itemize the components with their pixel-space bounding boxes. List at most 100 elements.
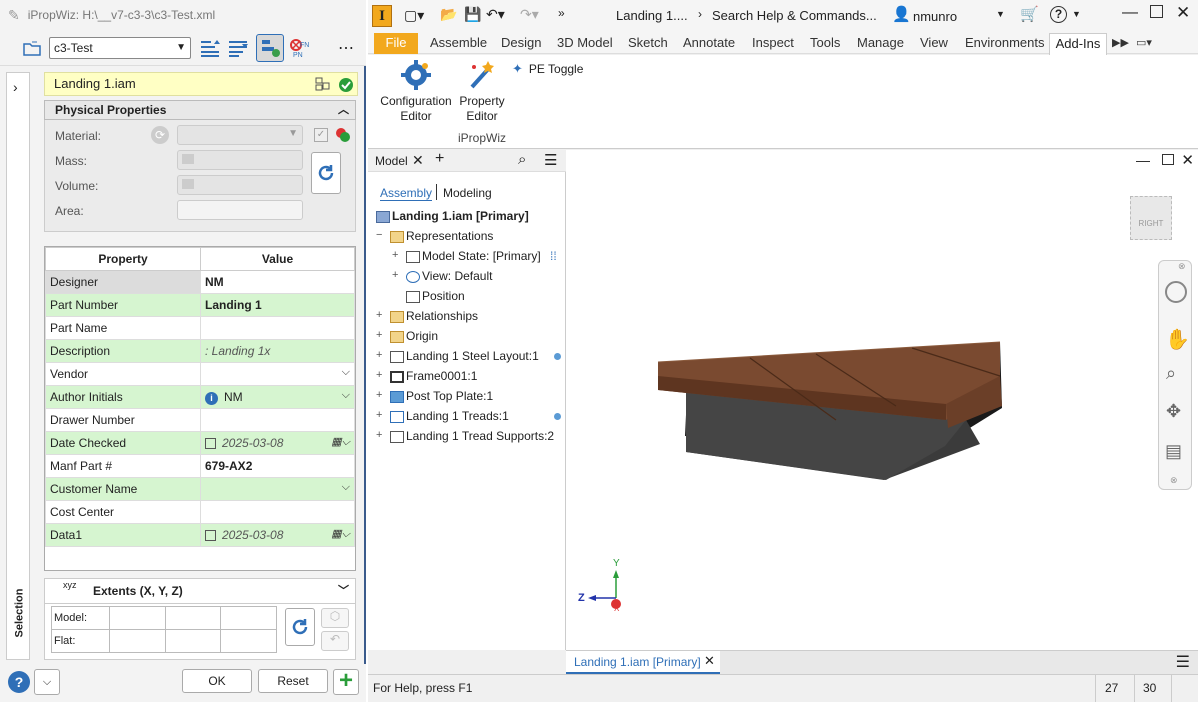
chevron-down-icon[interactable]: ⌵ <box>342 366 350 379</box>
customer-name-select[interactable]: ⌵ <box>200 477 355 501</box>
ribbon-options-icon[interactable]: ▭▾ <box>1136 34 1152 54</box>
expand-icon[interactable]: + <box>376 349 382 361</box>
help-icon[interactable]: ? <box>8 671 30 693</box>
close-icon[interactable]: ⊗ <box>1178 261 1186 272</box>
tab-environments[interactable]: Environments <box>965 34 1044 54</box>
data1-date-picker[interactable]: 2025-03-08 ▦⌵ <box>200 523 355 547</box>
chevron-down-icon[interactable]: ⌵ <box>342 389 350 402</box>
table-row[interactable]: Cost Center <box>45 500 355 524</box>
more-options-icon[interactable]: ⋯ <box>334 36 358 60</box>
chevron-down-icon[interactable]: ⌵ <box>342 481 350 494</box>
date-checkbox[interactable] <box>205 530 216 542</box>
minimize-icon[interactable]: — <box>1136 152 1150 168</box>
tab-manage[interactable]: Manage <box>857 34 904 54</box>
nav-options-icon[interactable]: ⊗ <box>1170 475 1178 486</box>
inventor-logo-icon[interactable]: I <box>372 5 392 27</box>
tree-item-tread-supports[interactable]: + Landing 1 Tread Supports:2 <box>376 429 554 443</box>
vendor-select[interactable]: ⌵ <box>200 362 355 386</box>
table-row[interactable]: Part Number Landing 1 <box>45 293 355 317</box>
new-file-icon[interactable]: ▢▾ <box>404 7 424 24</box>
refresh-material-icon[interactable]: ⟳ <box>151 126 169 144</box>
fn-pn-icon[interactable]: FN PN <box>288 36 312 60</box>
property-value[interactable]: NM <box>200 270 355 294</box>
tree-item-model-state[interactable]: + Model State: [Primary] ⁞⁞ <box>392 249 557 263</box>
tree-item-representations[interactable]: − Representations <box>376 229 493 243</box>
material-select[interactable]: ▼ <box>177 125 303 145</box>
expand-icon[interactable]: + <box>392 269 398 281</box>
filter-toggle-icon[interactable] <box>256 34 284 62</box>
tree-root[interactable]: Landing 1.iam [Primary] <box>376 209 529 223</box>
tab-add-ins[interactable]: Add-Ins <box>1049 33 1107 55</box>
redo-icon[interactable]: ↷▾ <box>520 6 539 23</box>
tree-item-position[interactable]: Position <box>406 289 465 303</box>
pe-toggle-button[interactable]: ✦ PE Toggle <box>512 59 583 79</box>
sort-up-icon[interactable] <box>198 36 222 60</box>
collapse-chevron-icon[interactable]: ︿ <box>338 101 349 119</box>
table-row[interactable]: Part Name <box>45 316 355 340</box>
more-qat-icon[interactable]: » <box>558 6 565 20</box>
search-icon[interactable]: ⌕ <box>518 151 526 168</box>
model-tab[interactable]: Model <box>375 154 408 168</box>
undo-icon[interactable]: ↶▾ <box>486 6 505 23</box>
appearance-icon[interactable] <box>335 127 351 146</box>
refresh-extents-button[interactable] <box>285 608 315 646</box>
table-row[interactable]: Vendor ⌵ <box>45 362 355 386</box>
help-dropdown-button[interactable]: ⌵ <box>34 669 60 695</box>
tab-design[interactable]: Design <box>501 34 541 54</box>
menu-icon[interactable]: ☰ <box>1176 652 1190 672</box>
expand-icon[interactable]: + <box>392 249 398 261</box>
refresh-physical-button[interactable] <box>311 152 341 194</box>
config-select[interactable]: c3-Test ▼ <box>49 37 191 59</box>
search-commands-input[interactable]: Search Help & Commands... <box>712 8 888 28</box>
open-folder-icon[interactable] <box>20 36 44 60</box>
property-value[interactable] <box>200 408 355 432</box>
tree-item-relationships[interactable]: + Relationships <box>376 309 478 323</box>
expand-chevron-icon[interactable]: › <box>13 79 18 95</box>
table-row[interactable]: Designer NM <box>45 270 355 294</box>
property-value[interactable] <box>200 500 355 524</box>
expand-chevron-icon[interactable]: ﹀ <box>338 579 349 603</box>
tree-item-frame[interactable]: + Frame0001:1 <box>376 369 477 383</box>
3d-viewport[interactable]: — ✕ RIGHT ⊗ ✋ ⌕ ✥ ▤ ⊗ Y Z X <box>566 150 1198 650</box>
minimize-icon[interactable]: — <box>1122 4 1138 22</box>
property-value[interactable]: : Landing 1x <box>200 339 355 363</box>
calendar-icon[interactable]: ▦⌵ <box>331 527 350 541</box>
assembly-subtab[interactable]: Assembly <box>380 186 433 201</box>
add-tab-icon[interactable]: + <box>435 150 444 168</box>
tree-item-origin[interactable]: + Origin <box>376 329 438 343</box>
viewcube[interactable]: RIGHT <box>1130 196 1172 240</box>
more-title-icon[interactable]: › <box>698 7 702 21</box>
date-checkbox[interactable] <box>205 438 216 450</box>
tree-item-treads[interactable]: + Landing 1 Treads:1 <box>376 409 561 423</box>
landing-model[interactable] <box>650 336 1010 486</box>
tab-3d-model[interactable]: 3D Model <box>557 34 613 54</box>
user-name[interactable]: nmunro <box>913 9 957 24</box>
expand-icon[interactable]: + <box>376 369 382 381</box>
property-value[interactable]: 679-AX2 <box>200 454 355 478</box>
tab-sketch[interactable]: Sketch <box>628 34 668 54</box>
restore-icon[interactable] <box>1162 154 1174 165</box>
tab-inspect[interactable]: Inspect <box>752 34 794 54</box>
configuration-editor-button[interactable]: Configuration Editor <box>374 59 458 129</box>
pan-icon[interactable]: ✋ <box>1165 327 1190 352</box>
calendar-icon[interactable]: ▦⌵ <box>331 435 350 449</box>
sort-down-icon[interactable] <box>226 36 250 60</box>
tree-item-view[interactable]: + View: Default <box>392 269 492 283</box>
tab-view[interactable]: View <box>920 34 948 54</box>
cart-icon[interactable]: 🛒 <box>1020 5 1039 23</box>
open-icon[interactable]: 📂 <box>440 6 457 23</box>
table-row[interactable]: Author Initials i NM ⌵ <box>45 385 355 409</box>
chevron-down-icon[interactable]: ▼ <box>1072 9 1081 19</box>
tab-assemble[interactable]: Assemble <box>430 34 487 54</box>
tab-file[interactable]: File <box>374 33 418 54</box>
modeling-subtab[interactable]: Modeling <box>443 186 492 200</box>
user-icon[interactable]: 👤 <box>892 5 911 23</box>
collapse-icon[interactable]: − <box>376 229 382 241</box>
table-row[interactable]: Customer Name ⌵ <box>45 477 355 501</box>
date-checked-picker[interactable]: 2025-03-08 ▦⌵ <box>200 431 355 455</box>
close-icon[interactable]: ✕ <box>704 653 715 669</box>
expand-icon[interactable]: + <box>376 429 382 441</box>
orbit-icon[interactable]: ✥ <box>1166 401 1181 422</box>
property-value[interactable]: Landing 1 <box>200 293 355 317</box>
help-icon[interactable]: ? <box>1050 6 1067 23</box>
